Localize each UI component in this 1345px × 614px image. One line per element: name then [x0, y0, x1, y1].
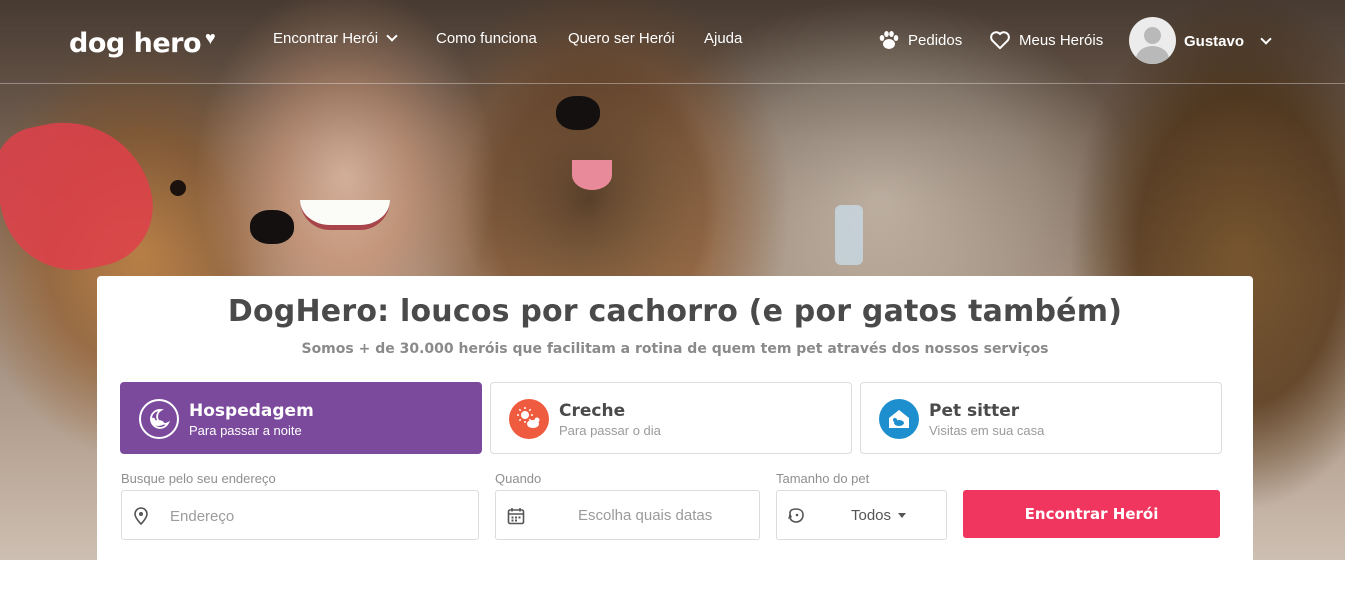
sun-dog-icon	[509, 399, 549, 439]
my-heroes-link[interactable]: Meus Heróis	[989, 30, 1103, 50]
heart-icon	[990, 31, 1010, 50]
find-hero-button[interactable]: Encontrar Herói	[963, 490, 1220, 538]
collie-tongue	[572, 160, 612, 190]
chevron-down-icon	[386, 30, 398, 42]
nav-find-hero-label: Encontrar Herói	[273, 30, 379, 47]
page-subtitle: Somos + de 30.000 heróis que facilitam a…	[301, 341, 1049, 357]
caret-down-icon	[898, 513, 907, 518]
pet-size-label: Tamanho do pet	[776, 471, 870, 486]
pet-size-value: Todos	[851, 507, 907, 524]
nav-become-hero[interactable]: Quero ser Herói	[568, 30, 675, 47]
page-title: DogHero: loucos por cachorro (e por gato…	[227, 294, 1123, 329]
paw-icon	[879, 31, 899, 49]
address-input[interactable]	[170, 504, 470, 528]
dog-bandana	[0, 106, 164, 284]
search-card: DogHero: loucos por cachorro (e por gato…	[97, 276, 1253, 566]
service-pet-sitter[interactable]: Pet sitter Visitas em sua casa	[860, 382, 1222, 454]
service-title: Creche	[559, 401, 626, 421]
date-placeholder: Escolha quais datas	[578, 507, 713, 524]
dog-eye	[170, 180, 186, 196]
service-description: Para passar o dia	[559, 423, 661, 438]
doghero-logo[interactable]: dog hero	[69, 28, 202, 59]
user-avatar[interactable]	[1129, 17, 1176, 64]
service-hospedagem[interactable]: Hospedagem Para passar a noite	[120, 382, 482, 454]
calendar-icon	[507, 508, 525, 525]
location-pin-icon	[134, 507, 148, 525]
pet-size-value-label: Todos	[851, 507, 892, 524]
background-bottle	[835, 205, 863, 265]
my-heroes-label: Meus Heróis	[1019, 31, 1104, 49]
avatar-body-shape	[1136, 46, 1169, 64]
service-title: Hospedagem	[189, 401, 314, 421]
user-menu-chevron-icon[interactable]	[1260, 33, 1272, 45]
woman-smile	[300, 200, 390, 230]
house-dog-icon	[879, 399, 919, 439]
nav-find-hero[interactable]: Encontrar Herói	[273, 30, 398, 47]
pet-size-select[interactable]: Todos	[776, 490, 947, 540]
service-description: Visitas em sua casa	[929, 423, 1045, 438]
dog-head-icon	[788, 508, 804, 523]
user-name[interactable]: Gustavo	[1184, 33, 1244, 50]
when-label: Quando	[495, 471, 542, 486]
orders-label: Pedidos	[908, 31, 963, 49]
top-navigation: dog hero ♥ Encontrar Herói Como funciona…	[0, 0, 1345, 84]
address-label: Busque pelo seu endereço	[121, 471, 276, 486]
service-title: Pet sitter	[929, 401, 1020, 421]
service-creche[interactable]: Creche Para passar o dia	[490, 382, 852, 454]
moon-dog-icon	[139, 399, 179, 439]
nav-how-it-works[interactable]: Como funciona	[436, 30, 537, 47]
address-field[interactable]	[121, 490, 479, 540]
dog-nose	[250, 210, 294, 244]
logo-heart-icon: ♥	[205, 28, 216, 48]
nav-help[interactable]: Ajuda	[704, 30, 742, 47]
date-picker-field[interactable]: Escolha quais datas	[495, 490, 760, 540]
avatar-head-shape	[1144, 27, 1161, 44]
collie-nose	[556, 96, 600, 130]
orders-link[interactable]: Pedidos	[878, 30, 962, 50]
service-description: Para passar a noite	[189, 423, 302, 438]
